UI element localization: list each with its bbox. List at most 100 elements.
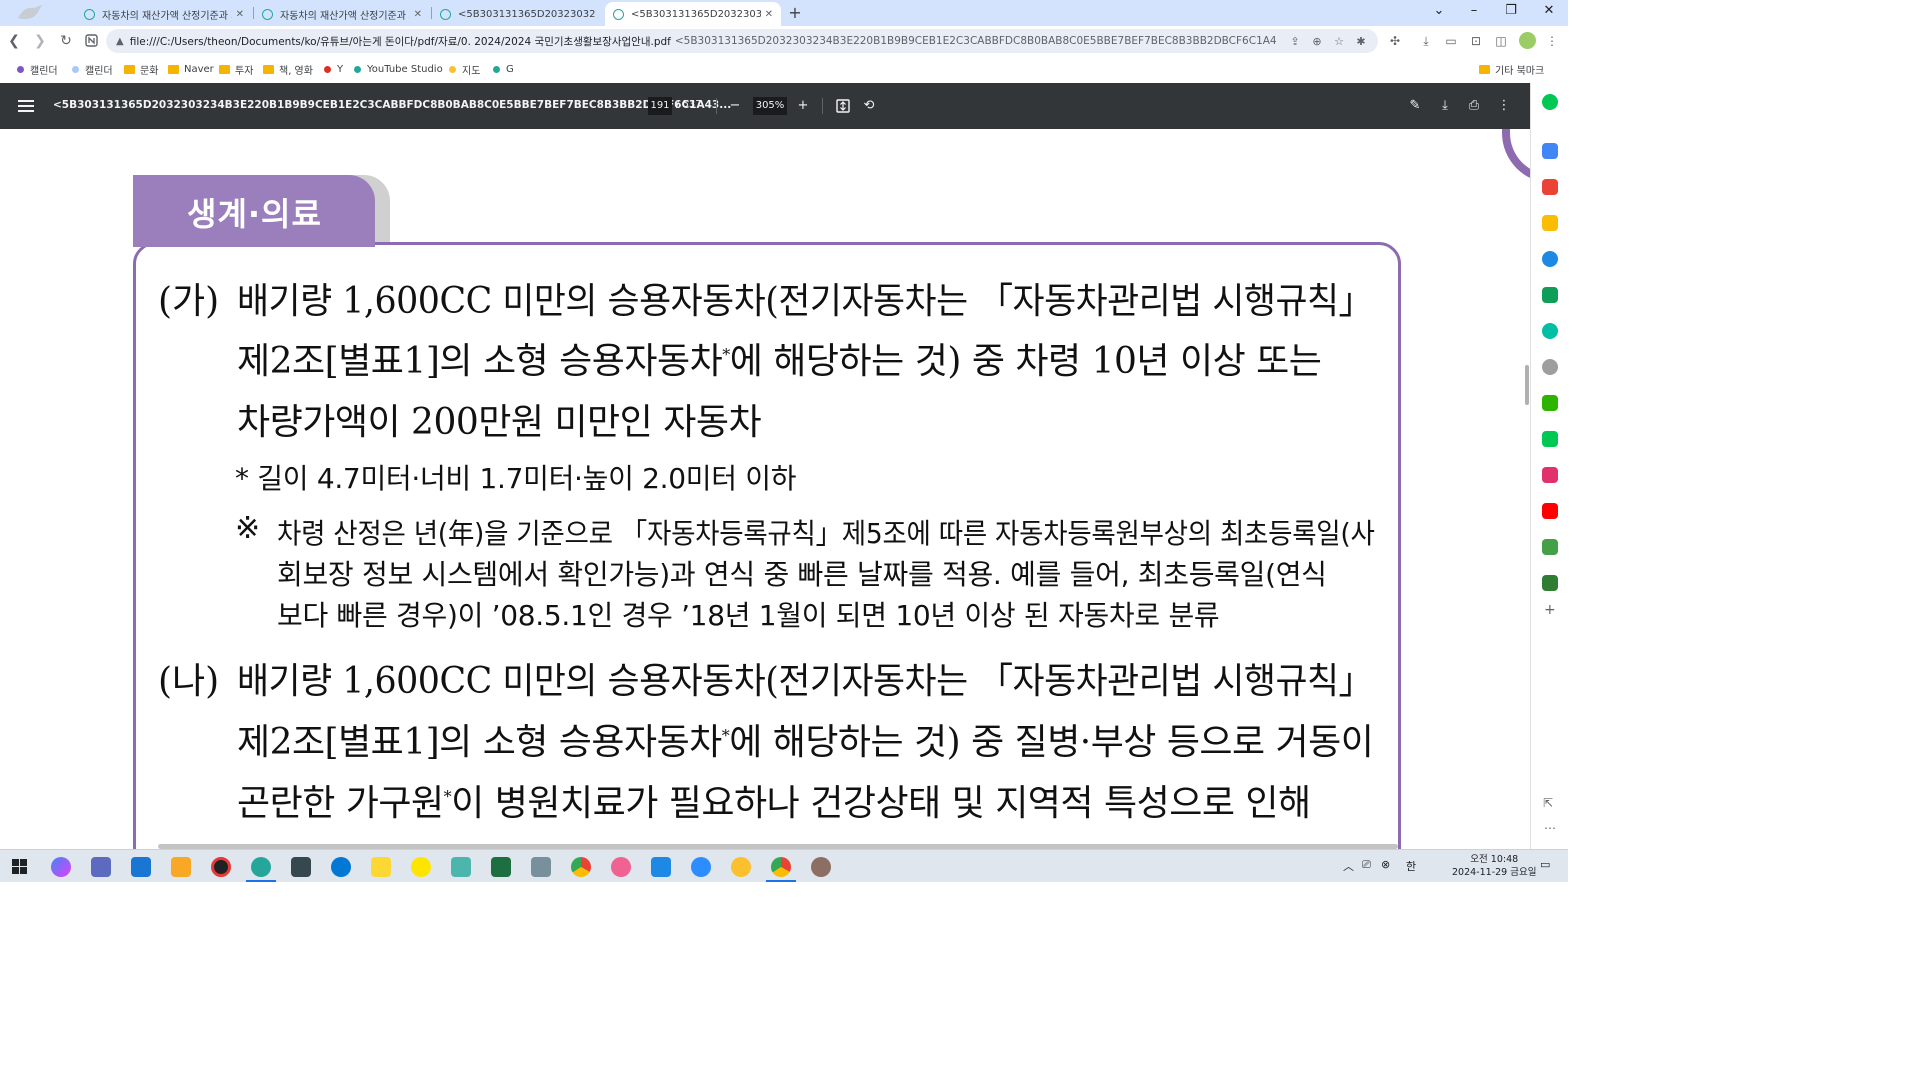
davinci-app-icon[interactable] xyxy=(291,857,311,877)
kakaotalk-icon[interactable] xyxy=(411,857,431,877)
bookmark-folder[interactable]: 투자 xyxy=(219,62,253,77)
rotate-icon[interactable]: ⟲ xyxy=(859,95,879,117)
chrome-icon[interactable] xyxy=(571,857,591,877)
youtube-app-icon[interactable] xyxy=(1542,503,1558,519)
zoom-input[interactable]: 305% xyxy=(753,97,787,115)
volume-icon[interactable]: ⊗ xyxy=(1381,858,1390,871)
sheets-app-icon[interactable] xyxy=(1542,287,1558,303)
map-icon xyxy=(449,65,456,73)
bookmark-folder[interactable]: Naver xyxy=(168,62,214,76)
network-icon[interactable]: ⎚ xyxy=(1362,858,1371,872)
player-app-icon[interactable] xyxy=(731,857,751,877)
copilot-icon[interactable] xyxy=(51,857,71,877)
back-button[interactable]: ❮ xyxy=(4,31,24,51)
print-icon[interactable]: ⎙ xyxy=(1464,95,1484,117)
bookmark-star-icon[interactable]: ☆ xyxy=(1328,35,1350,48)
play-app-icon[interactable] xyxy=(1542,431,1558,447)
profile-avatar[interactable] xyxy=(1519,32,1536,49)
chrome-profile-icon[interactable] xyxy=(771,857,791,877)
folder-icon xyxy=(124,64,135,74)
calendar-app-icon[interactable] xyxy=(1542,143,1558,159)
app-icon-active[interactable] xyxy=(251,857,271,877)
zoom-app-icon[interactable] xyxy=(691,857,711,877)
tab-close-icon[interactable]: ✕ xyxy=(765,9,773,20)
pocket-icon[interactable] xyxy=(1542,179,1558,195)
other-bookmarks-folder[interactable]: 기타 북마크 xyxy=(1479,62,1544,77)
tab-4-active[interactable]: <5B303131365D2032303234B3E ✕ xyxy=(605,2,781,26)
webtoon-app-icon[interactable] xyxy=(1542,395,1558,411)
app-icon[interactable] xyxy=(611,857,631,877)
ime-indicator[interactable]: 한 xyxy=(1406,858,1416,874)
zoom-in-button[interactable]: + xyxy=(793,95,813,117)
files-app-icon[interactable] xyxy=(91,857,111,877)
tray-overflow-icon[interactable]: ︿ xyxy=(1343,858,1354,874)
new-tab-button[interactable]: + xyxy=(786,3,804,22)
address-bar[interactable]: ▲ file:///C:/Users/theon/Documents/ko/유튜… xyxy=(106,29,1378,53)
bookmark-folder[interactable]: 문화 xyxy=(124,62,158,77)
app-icon[interactable] xyxy=(811,857,831,877)
file-explorer-icon[interactable] xyxy=(171,857,191,877)
omnibox-actions: ⇪ ⊕ ☆ ✱ xyxy=(1278,29,1378,53)
game-app-icon[interactable] xyxy=(1542,359,1558,375)
star-app-icon[interactable] xyxy=(1542,215,1558,231)
pdf-document-view[interactable]: 생계·의료 (가) 배기량 1,600CC 미만의 승용자동차(전기자동차는 「… xyxy=(0,129,1530,849)
notification-icon[interactable]: ▭ xyxy=(1540,858,1550,871)
side-panel-icon[interactable]: ◫ xyxy=(1490,31,1512,51)
wallet-app-icon[interactable] xyxy=(1542,575,1558,591)
bookmark-item[interactable]: G xyxy=(493,62,514,76)
edge-browser-icon[interactable] xyxy=(331,857,351,877)
instagram-icon[interactable] xyxy=(1542,467,1558,483)
add-app-icon[interactable]: + xyxy=(1544,602,1556,618)
zoom-icon[interactable]: ⊕ xyxy=(1306,35,1328,48)
close-window-button[interactable]: ✕ xyxy=(1534,3,1564,18)
store-app-icon[interactable] xyxy=(651,857,671,877)
bookmark-item[interactable]: 지도 xyxy=(449,62,480,77)
reload-button[interactable]: ↻ xyxy=(56,31,76,51)
bookmark-folder[interactable]: 책, 영화 xyxy=(263,62,313,77)
tab-search-icon[interactable]: ⌄ xyxy=(1424,3,1454,18)
media-app-icon[interactable] xyxy=(1542,323,1558,339)
pdf-download-icon[interactable]: ⤓ xyxy=(1435,95,1455,117)
annotate-pen-icon[interactable]: ✎ xyxy=(1405,95,1425,117)
restore-button[interactable]: ❐ xyxy=(1496,3,1526,18)
tab-2[interactable]: 자동차의 재산가액 산정기준과 지 ✕ xyxy=(254,2,430,26)
bookmark-item[interactable]: 캘린더 xyxy=(72,62,113,77)
extension-puzzle-icon[interactable]: ✱ xyxy=(1350,35,1372,48)
extensions-icon[interactable]: ✣ xyxy=(1384,31,1406,51)
stocks-app-icon[interactable] xyxy=(1542,539,1558,555)
edge-app-icon[interactable] xyxy=(1542,251,1558,267)
forward-button[interactable]: ❯ xyxy=(30,31,50,51)
tab-1[interactable]: 자동차의 재산가액 산정기준과 지 ✕ xyxy=(76,2,252,26)
site-info-icon[interactable]: ▲ xyxy=(116,36,124,47)
open-external-icon[interactable]: ⇱ xyxy=(1543,796,1553,810)
calculator-icon[interactable] xyxy=(531,857,551,877)
side-panel-more-icon[interactable]: ⋯ xyxy=(1544,821,1556,835)
clock[interactable]: 오전 10:48 2024-11-29 금요일 xyxy=(1452,853,1536,879)
download-icon[interactable]: ⤓ xyxy=(1415,31,1437,51)
paint-app-icon[interactable] xyxy=(371,857,391,877)
share-icon[interactable]: ⇪ xyxy=(1284,35,1306,48)
news-icon[interactable] xyxy=(81,31,101,51)
vertical-scrollbar[interactable] xyxy=(1525,365,1529,405)
zoom-out-button[interactable]: − xyxy=(725,95,745,117)
capture-icon[interactable]: ⊡ xyxy=(1465,31,1487,51)
notes-app-icon[interactable] xyxy=(451,857,471,877)
pdf-menu-icon[interactable] xyxy=(18,97,34,115)
tab-3[interactable]: <5B303131365D2032303234B3E xyxy=(432,2,604,26)
page-number-input[interactable]: 191 xyxy=(648,97,672,115)
bookmark-item[interactable]: Y xyxy=(324,62,343,76)
screen-cast-icon[interactable]: ▭ xyxy=(1440,31,1462,51)
task-view-icon[interactable] xyxy=(131,857,151,877)
windows-start-icon[interactable] xyxy=(12,859,27,874)
assistant-icon[interactable] xyxy=(1542,94,1558,110)
tab-close-icon[interactable]: ✕ xyxy=(236,9,244,20)
minimize-button[interactable]: – xyxy=(1459,3,1489,18)
bookmark-item[interactable]: 캘린더 xyxy=(17,62,58,77)
record-app-icon[interactable] xyxy=(211,857,231,877)
pdf-more-icon[interactable]: ⋮ xyxy=(1494,95,1514,117)
tab-close-icon[interactable]: ✕ xyxy=(414,9,422,20)
bookmark-item[interactable]: YouTube Studio xyxy=(354,62,443,76)
excel-icon[interactable] xyxy=(491,857,511,877)
chrome-menu-icon[interactable]: ⋮ xyxy=(1541,31,1563,51)
fit-page-icon[interactable] xyxy=(833,95,853,117)
